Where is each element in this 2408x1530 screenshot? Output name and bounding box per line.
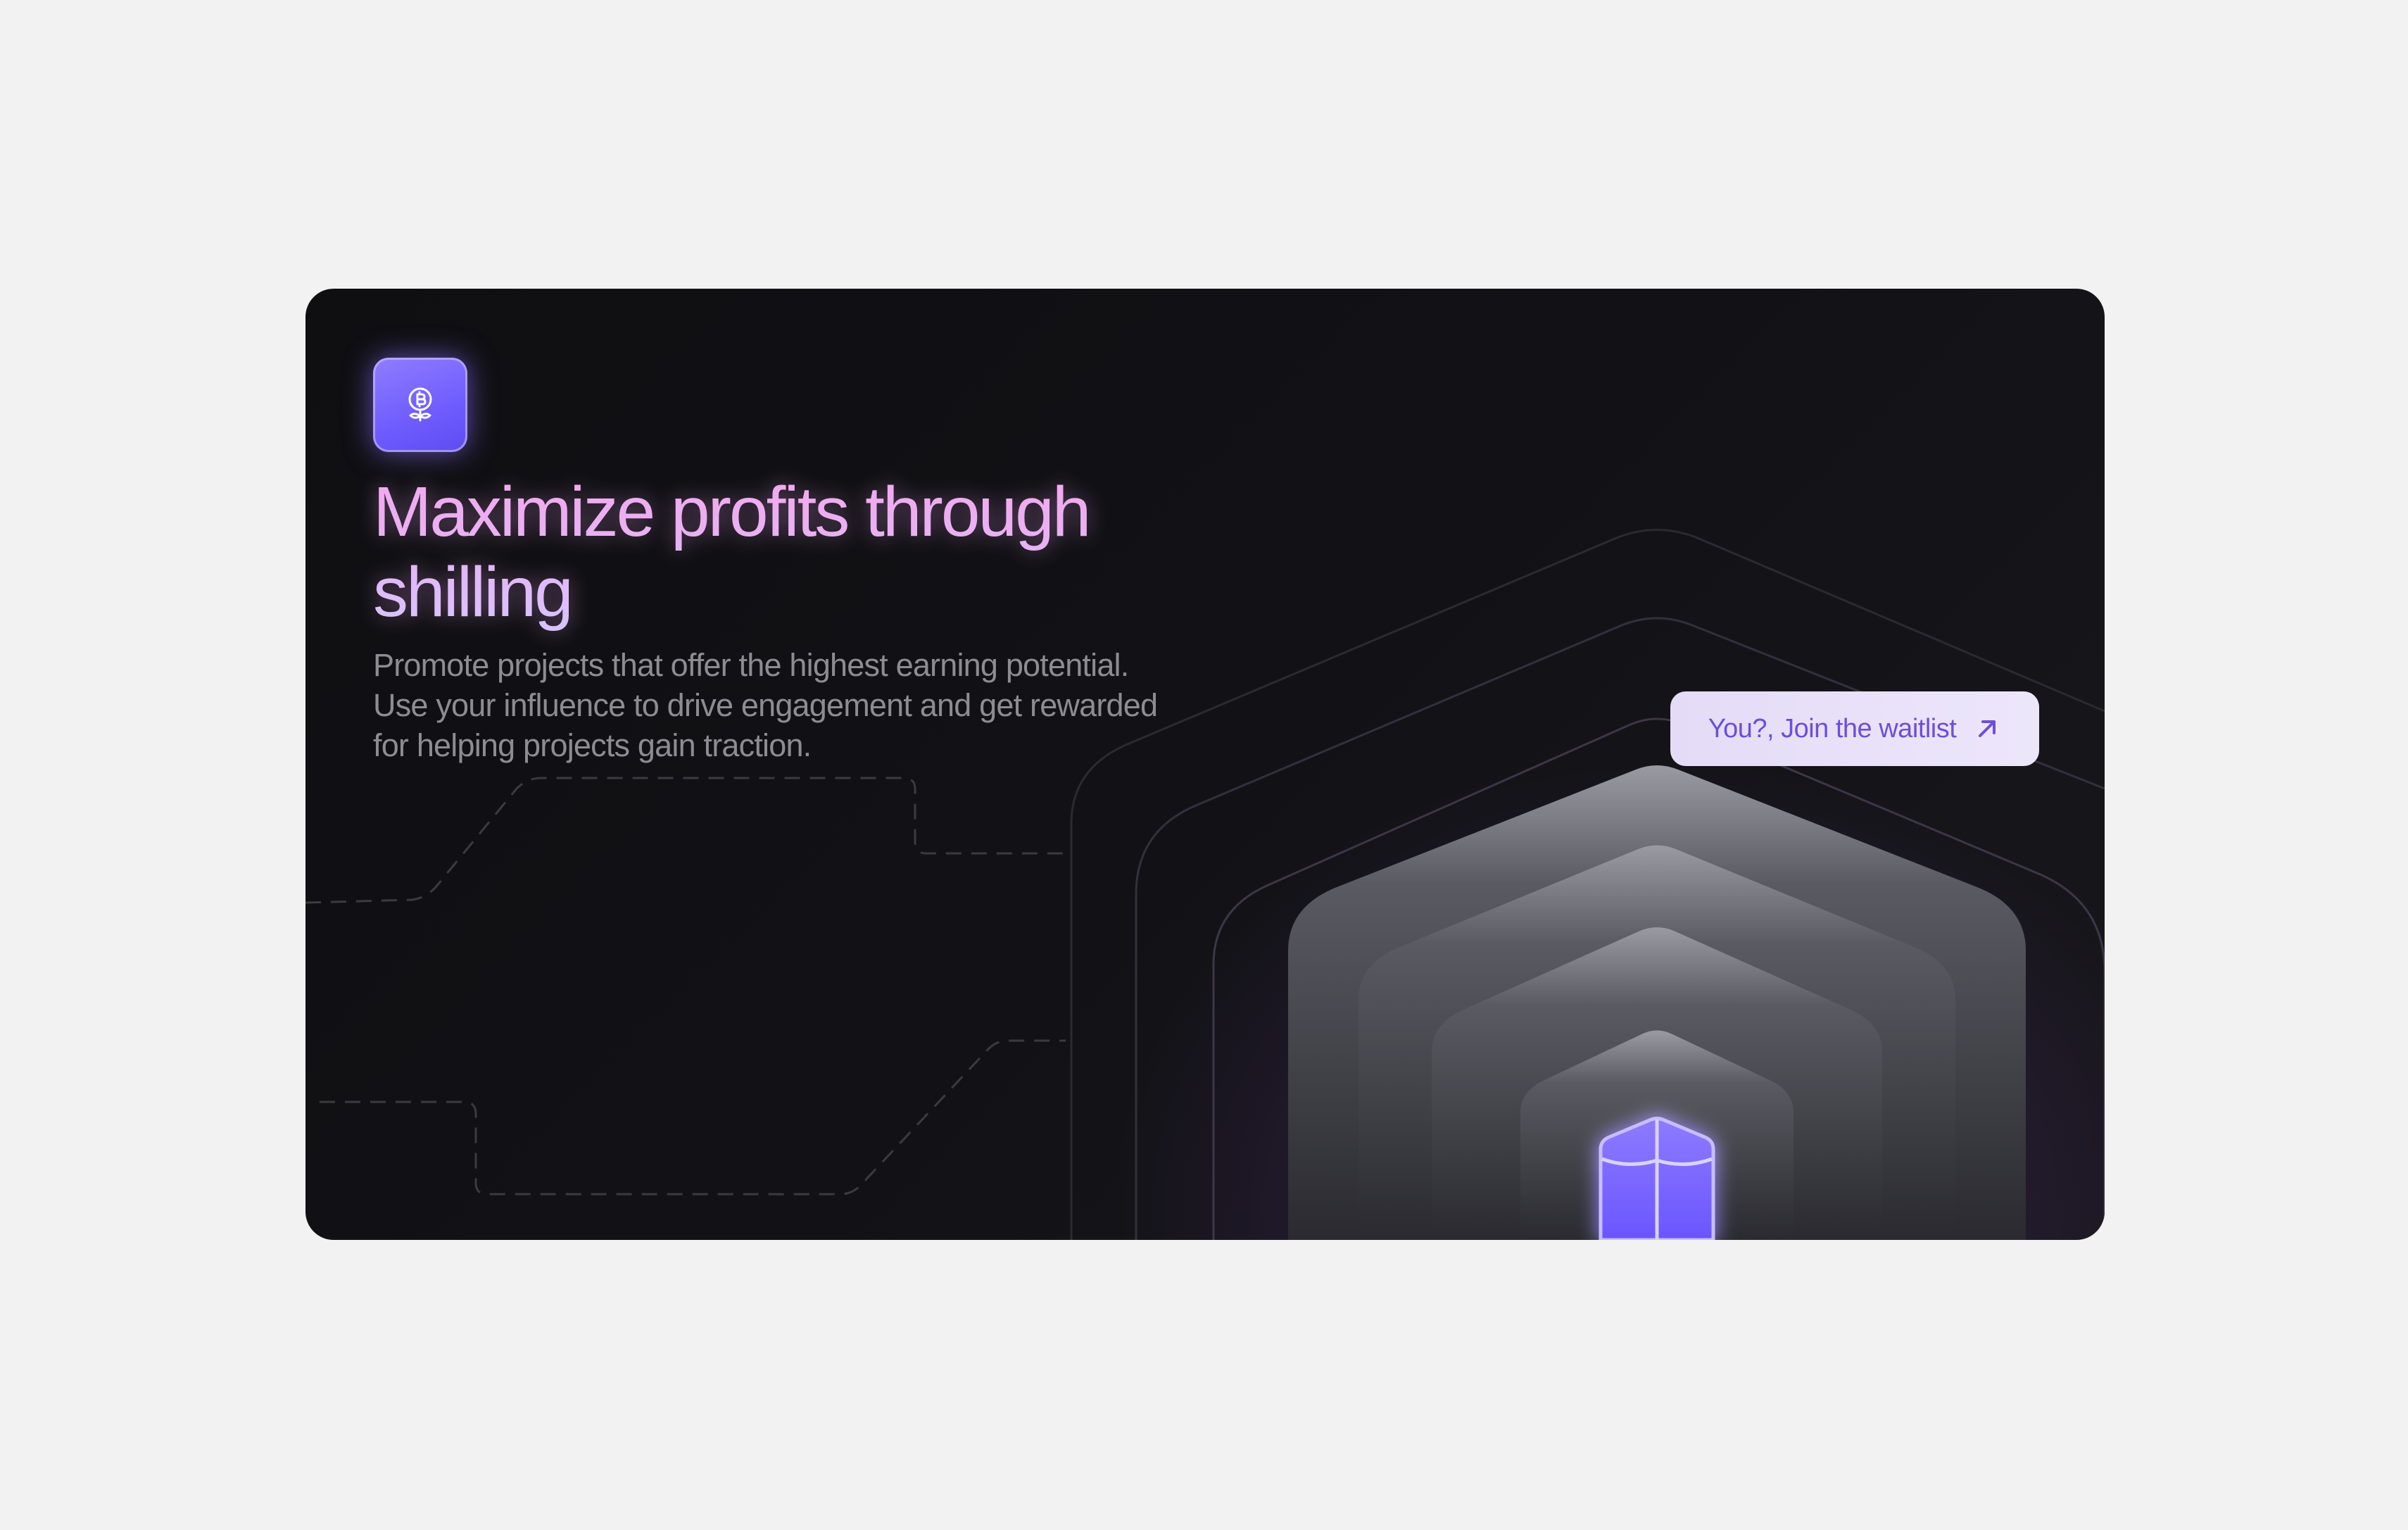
arrow-up-right-icon — [1979, 720, 1996, 737]
description-line-3: for helping projects gain traction. — [373, 727, 812, 763]
description-line-1: Promote projects that offer the highest … — [373, 647, 1129, 683]
join-waitlist-label: You?, Join the waitlist — [1708, 713, 1957, 744]
description-line-2: Use your influence to drive engagement a… — [373, 687, 1158, 723]
feature-description: Promote projects that offer the highest … — [373, 645, 1288, 765]
page-title: Maximize profits through shilling — [373, 472, 1218, 632]
title-line-1: Maximize profits through — [373, 472, 1090, 551]
feature-card: Maximize profits through shilling Promot… — [305, 289, 2105, 1240]
bitcoin-plant-icon — [373, 358, 467, 452]
join-waitlist-button[interactable]: You?, Join the waitlist — [1670, 691, 2039, 766]
dashed-traces — [305, 777, 1066, 1196]
title-line-2: shilling — [373, 553, 572, 632]
shield-icon — [1599, 1117, 1715, 1240]
